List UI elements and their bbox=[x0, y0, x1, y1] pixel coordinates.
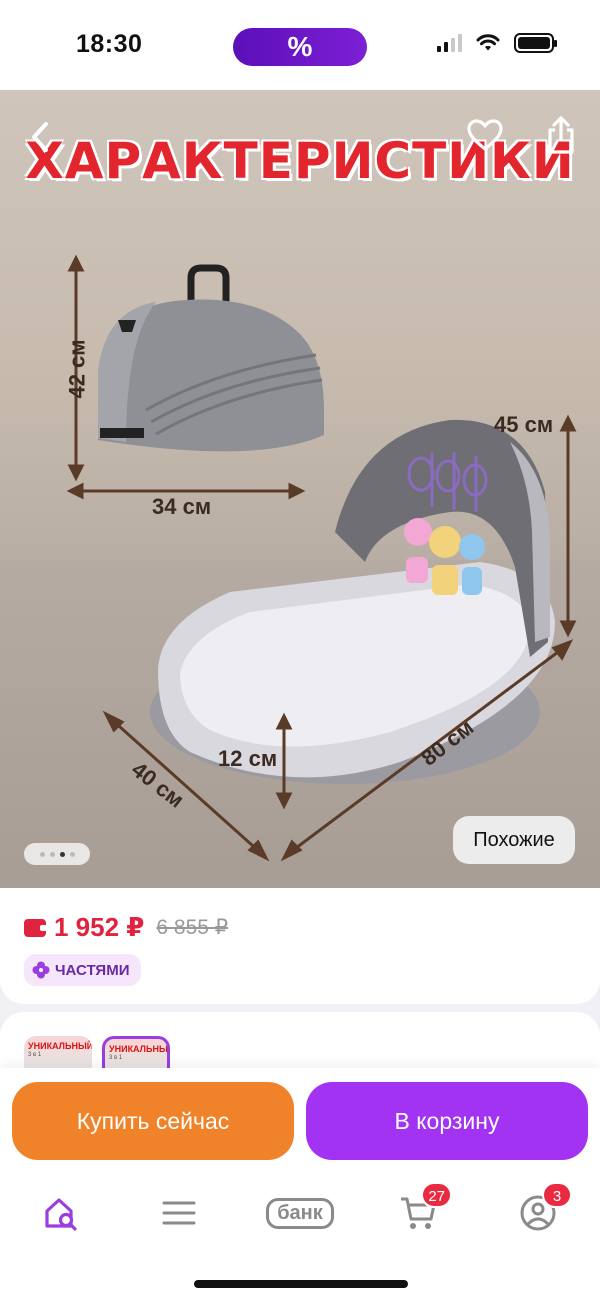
wifi-icon bbox=[476, 34, 500, 51]
cart-badge: 27 bbox=[421, 1182, 452, 1208]
tab-home-search[interactable] bbox=[31, 1188, 91, 1238]
carousel-dot bbox=[49, 851, 55, 857]
carousel-indicator[interactable] bbox=[24, 843, 90, 865]
crib-side-label: 12 см bbox=[218, 746, 278, 771]
price-card: 1 952 ₽ 6 855 ₽ ЧАСТЯМИ bbox=[0, 888, 600, 1004]
carousel-dot bbox=[69, 851, 75, 857]
buy-now-button[interactable]: Купить сейчас bbox=[12, 1082, 294, 1160]
carousel-dot-active bbox=[59, 851, 65, 857]
promo-pill[interactable]: % bbox=[233, 28, 367, 66]
crib-height-label: 45 см bbox=[494, 412, 554, 437]
similar-button[interactable]: Похожие bbox=[453, 816, 575, 864]
price-row: 1 952 ₽ 6 855 ₽ bbox=[24, 912, 228, 943]
status-bar: 18:30 % bbox=[0, 0, 600, 90]
installments-label: ЧАСТЯМИ bbox=[55, 961, 130, 979]
product-image[interactable]: ХАРАКТЕРИСТИКИ 42 см 34 см 45 см 12 см 4… bbox=[0, 90, 600, 888]
bag-width-label: 34 см bbox=[152, 494, 212, 519]
status-icons bbox=[437, 33, 557, 53]
variant-title: УНИКАЛЬНЫЙ bbox=[109, 1044, 170, 1054]
add-to-cart-button[interactable]: В корзину bbox=[306, 1082, 588, 1160]
installments-badge[interactable]: ЧАСТЯМИ bbox=[24, 954, 142, 986]
status-time: 18:30 bbox=[76, 30, 143, 58]
dimension-lines bbox=[66, 254, 577, 862]
wallet-icon bbox=[24, 918, 47, 937]
tab-profile[interactable]: 3 bbox=[508, 1182, 572, 1238]
old-price: 6 855 ₽ bbox=[156, 916, 229, 939]
tab-bank[interactable]: банк bbox=[258, 1188, 342, 1238]
bag-height-label: 42 см bbox=[64, 339, 90, 399]
variant-title: УНИКАЛЬНЫЙ bbox=[28, 1041, 92, 1051]
tab-catalog[interactable] bbox=[149, 1188, 209, 1238]
battery-icon bbox=[514, 33, 557, 53]
bottom-panel: Купить сейчас В корзину банк 27 3 bbox=[0, 1068, 600, 1300]
home-search-icon bbox=[45, 1198, 77, 1231]
signal-icon bbox=[437, 34, 462, 52]
menu-icon bbox=[162, 1201, 196, 1225]
clover-icon bbox=[32, 961, 50, 979]
profile-badge: 3 bbox=[542, 1182, 572, 1208]
variant-badge: 3 в 1 bbox=[109, 1055, 123, 1061]
tab-cart[interactable]: 27 bbox=[388, 1182, 452, 1238]
bank-label: банк bbox=[266, 1197, 334, 1229]
current-price: 1 952 ₽ bbox=[54, 912, 145, 942]
variant-badge: 3 в 1 bbox=[28, 1052, 42, 1058]
carousel-dot bbox=[39, 851, 45, 857]
home-indicator bbox=[194, 1280, 408, 1288]
